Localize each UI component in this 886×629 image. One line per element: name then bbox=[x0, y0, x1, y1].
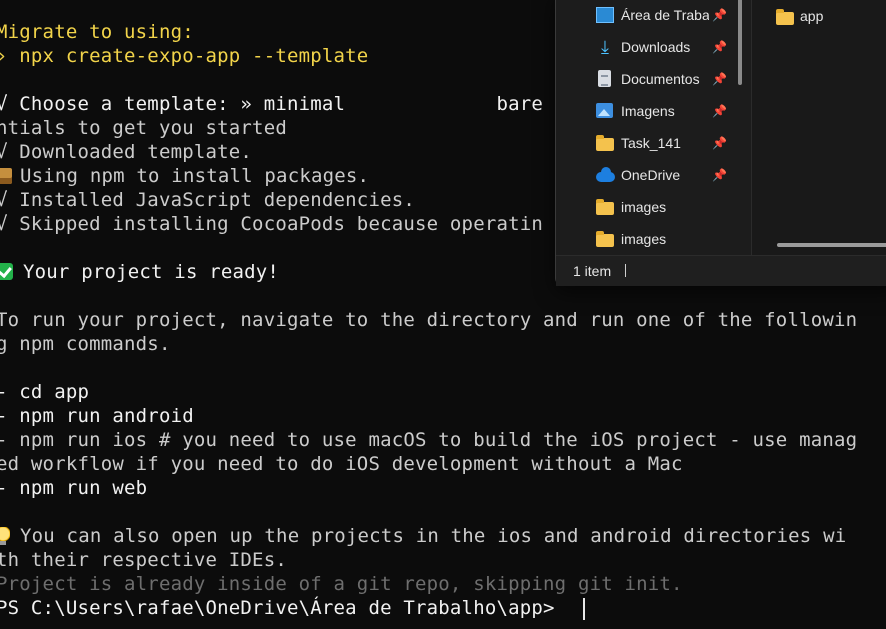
nav-item-downloads[interactable]: ⤓ Downloads 📌 bbox=[596, 35, 746, 59]
download-icon: ⤓ bbox=[601, 37, 609, 57]
folder-icon bbox=[596, 135, 614, 151]
terminal-line: To run your project, navigate to the dir… bbox=[0, 309, 858, 331]
terminal-line: th their respective IDEs. bbox=[0, 549, 287, 571]
terminal-line: Using npm to install packages. bbox=[0, 164, 369, 188]
document-icon bbox=[598, 70, 611, 87]
pin-icon[interactable]: 📌 bbox=[712, 35, 727, 59]
package-icon bbox=[0, 168, 12, 184]
nav-item-task-141[interactable]: Task_141 📌 bbox=[596, 131, 746, 155]
nav-item-label: Imagens bbox=[621, 103, 675, 119]
pin-icon[interactable]: 📌 bbox=[712, 163, 727, 187]
nav-item-imagens[interactable]: Imagens 📌 bbox=[596, 99, 746, 123]
file-item-label: app bbox=[800, 8, 824, 24]
terminal-text: Using npm to install packages. bbox=[20, 165, 370, 187]
nav-item-images[interactable]: images bbox=[596, 227, 746, 251]
terminal-line: › npx create-expo-app --template bbox=[0, 45, 369, 67]
terminal-text: Your project is ready! bbox=[23, 261, 280, 283]
navigation-pane[interactable]: Área de Trabalho 📌 ⤓ Downloads 📌 Documen… bbox=[556, 0, 746, 255]
folder-icon bbox=[596, 231, 614, 247]
terminal-line: √ Downloaded template. bbox=[0, 141, 253, 163]
file-explorer-window[interactable]: Área de Trabalho 📌 ⤓ Downloads 📌 Documen… bbox=[555, 0, 886, 286]
nav-item-label: OneDrive bbox=[621, 167, 681, 183]
item-count: 1 item bbox=[573, 263, 612, 279]
nav-item-label: images bbox=[621, 231, 667, 247]
nav-item-documentos[interactable]: Documentos 📌 bbox=[596, 67, 746, 91]
nav-item-area-de-trabalho[interactable]: Área de Trabalho 📌 bbox=[596, 3, 746, 27]
terminal-line: Migrate to using: bbox=[0, 21, 194, 43]
onedrive-icon bbox=[596, 167, 615, 182]
terminal-line: Your project is ready! bbox=[0, 260, 279, 284]
nav-item-label: Área de Trabalho bbox=[621, 7, 709, 23]
terminal-line: - npm run ios # you need to use macOS to… bbox=[0, 429, 858, 451]
terminal-line: √ Choose a template: » minimal bare bbox=[0, 93, 544, 115]
status-bar: 1 item bbox=[556, 255, 886, 286]
content-pane[interactable]: app bbox=[751, 0, 886, 255]
nav-item-label: Task_141 bbox=[621, 135, 681, 151]
pin-icon[interactable]: 📌 bbox=[712, 67, 727, 91]
terminal-line: g npm commands. bbox=[0, 333, 171, 355]
nav-item-onedrive[interactable]: OneDrive 📌 bbox=[596, 163, 746, 187]
folder-icon bbox=[596, 199, 614, 215]
nav-item-images[interactable]: images bbox=[596, 195, 746, 219]
text-cursor bbox=[583, 598, 585, 620]
pin-icon[interactable]: 📌 bbox=[712, 3, 727, 27]
content-horizontal-scrollbar[interactable] bbox=[777, 243, 886, 247]
lightbulb-icon bbox=[0, 527, 10, 545]
pictures-icon bbox=[596, 103, 613, 118]
terminal-line: You can also open up the projects in the… bbox=[0, 524, 846, 548]
status-separator bbox=[625, 264, 626, 277]
terminal-line: ed workflow if you need to do iOS develo… bbox=[0, 453, 683, 475]
pin-icon[interactable]: 📌 bbox=[712, 99, 727, 123]
nav-item-label: Documentos bbox=[621, 71, 700, 87]
terminal-line: Project is already inside of a git repo,… bbox=[0, 573, 683, 595]
terminal-line: √ Installed JavaScript dependencies. bbox=[0, 189, 416, 211]
nav-item-label: Downloads bbox=[621, 39, 691, 55]
check-icon bbox=[0, 263, 13, 280]
terminal-line: - npm run android bbox=[0, 405, 194, 427]
folder-icon bbox=[776, 9, 794, 25]
terminal-line: √ Skipped installing CocoaPods because o… bbox=[0, 213, 544, 235]
nav-scrollbar[interactable] bbox=[738, 0, 742, 85]
terminal-prompt[interactable]: PS C:\Users\rafae\OneDrive\Área de Traba… bbox=[0, 596, 555, 620]
terminal-line: - cd app bbox=[0, 381, 90, 403]
terminal-text: You can also open up the projects in the… bbox=[20, 525, 847, 547]
terminal-line: ntials to get you started bbox=[0, 117, 287, 139]
desktop-icon bbox=[596, 7, 614, 23]
terminal-line: - npm run web bbox=[0, 477, 148, 499]
nav-item-label: images bbox=[621, 199, 667, 215]
pin-icon[interactable]: 📌 bbox=[712, 131, 727, 155]
